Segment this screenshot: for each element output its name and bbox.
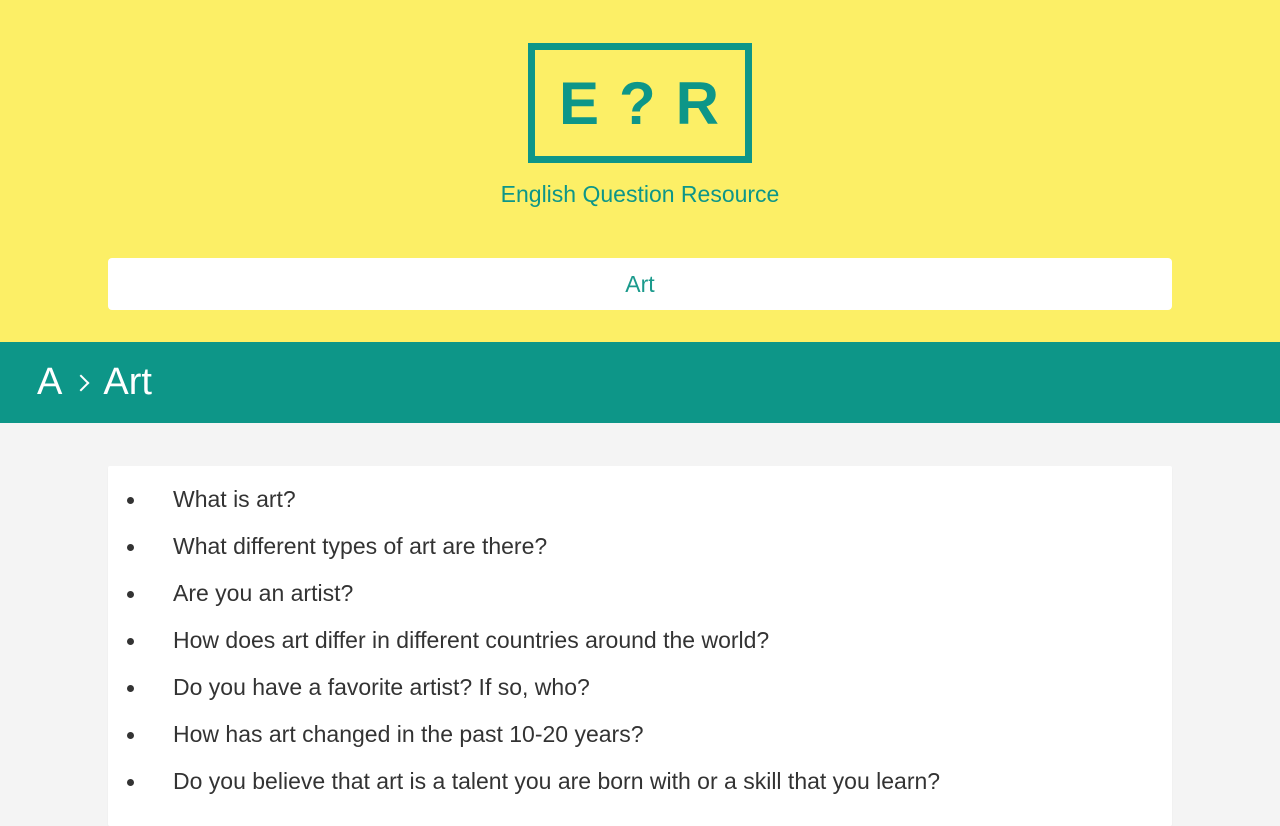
bullet-icon	[127, 638, 134, 645]
topic-search-input[interactable]: Art	[108, 258, 1172, 310]
site-logo[interactable]: E ? R	[528, 43, 752, 163]
bullet-icon	[127, 779, 134, 786]
question-text: What different types of art are there?	[173, 533, 548, 559]
bullet-icon	[127, 591, 134, 598]
question-item: Do you believe that art is a talent you …	[108, 765, 1172, 812]
bullet-icon	[127, 732, 134, 739]
question-item: How does art differ in different countri…	[108, 624, 1172, 671]
chevron-right-icon	[72, 374, 90, 391]
logo-question-mark: ?	[619, 69, 658, 137]
questions-card: What is art? What different types of art…	[108, 466, 1172, 826]
question-item: How has art changed in the past 10-20 ye…	[108, 718, 1172, 765]
question-text: What is art?	[173, 486, 296, 512]
bullet-icon	[127, 497, 134, 504]
question-item: What is art?	[108, 483, 1172, 530]
site-header: E ? R English Question Resource Art	[0, 0, 1280, 342]
question-text: How does art differ in different countri…	[173, 627, 770, 653]
logo-letter-e: E	[558, 69, 602, 137]
question-item: Do you have a favorite artist? If so, wh…	[108, 671, 1172, 718]
question-text: How has art changed in the past 10-20 ye…	[173, 721, 644, 747]
bullet-icon	[127, 544, 134, 551]
site-title: English Question Resource	[500, 181, 780, 207]
breadcrumb-letter[interactable]: A	[37, 361, 62, 404]
question-text: Do you believe that art is a talent you …	[173, 768, 941, 794]
question-item: What different types of art are there?	[108, 530, 1172, 577]
question-list: What is art? What different types of art…	[108, 466, 1172, 812]
question-text: Do you have a favorite artist? If so, wh…	[173, 674, 590, 700]
breadcrumb-topic: Art	[103, 361, 152, 403]
bullet-icon	[127, 685, 134, 692]
breadcrumb: A Art	[0, 342, 1280, 423]
question-text: Are you an artist?	[173, 580, 354, 606]
logo-letter-r: R	[675, 69, 722, 137]
search-value: Art	[625, 270, 655, 297]
question-item: Are you an artist?	[108, 577, 1172, 624]
